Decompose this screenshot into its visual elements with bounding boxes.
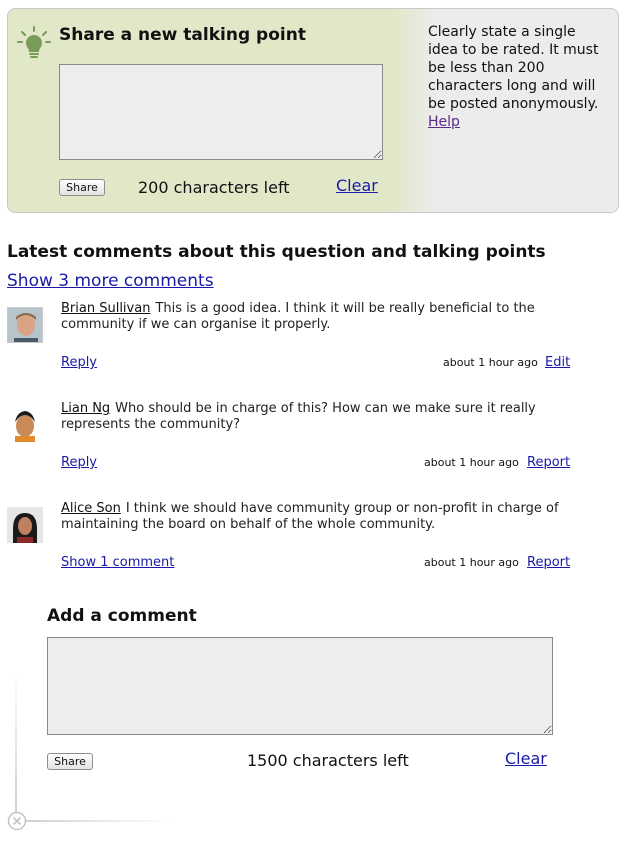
report-link[interactable]: Report [527, 555, 570, 570]
comment-text: Alice Son I think we should have communit… [61, 501, 571, 533]
comment-text: Lian Ng Who should be in charge of this? … [61, 401, 571, 433]
comment-author-link[interactable]: Alice Son [61, 501, 121, 516]
avatar [7, 406, 43, 442]
comment-author-link[interactable]: Lian Ng [61, 401, 110, 416]
lightbulb-icon [17, 26, 51, 58]
comment-timestamp: about 1 hour ago [424, 456, 519, 469]
comment-timestamp: about 1 hour ago [424, 556, 519, 569]
reply-link[interactable]: Reply [61, 455, 97, 470]
reply-link[interactable]: Reply [61, 355, 97, 370]
comment-author-link[interactable]: Brian Sullivan [61, 301, 150, 316]
comments-section-title: Latest comments about this question and … [7, 242, 546, 262]
comment-timestamp: about 1 hour ago [443, 356, 538, 369]
thread-line-vertical [15, 672, 17, 812]
add-comment-title: Add a comment [47, 606, 197, 626]
help-link[interactable]: Help [428, 114, 460, 130]
talking-point-chars-left: 200 characters left [138, 178, 290, 197]
share-talking-point-button[interactable]: Share [59, 179, 105, 196]
avatar [7, 307, 43, 343]
show-more-comments-link[interactable]: Show 3 more comments [7, 271, 214, 291]
clear-comment-link[interactable]: Clear [505, 749, 547, 768]
share-comment-button[interactable]: Share [47, 753, 93, 770]
comment-textarea[interactable] [47, 637, 553, 735]
close-icon[interactable] [7, 811, 27, 831]
hint-text: Clearly state a single idea to be rated.… [428, 24, 599, 112]
comment-body: I think we should have community group o… [61, 501, 559, 532]
comment-text: Brian Sullivan This is a good idea. I thi… [61, 301, 571, 333]
share-panel-title: Share a new talking point [59, 25, 306, 45]
comment-body: Who should be in charge of this? How can… [61, 401, 536, 432]
report-link[interactable]: Report [527, 455, 570, 470]
show-comment-link[interactable]: Show 1 comment [61, 555, 174, 570]
share-talking-point-panel: Share a new talking point Share 200 char… [7, 8, 619, 213]
clear-talking-point-link[interactable]: Clear [336, 176, 378, 195]
talking-point-textarea[interactable] [59, 64, 383, 160]
thread-line-horizontal [24, 820, 174, 822]
edit-link[interactable]: Edit [545, 355, 570, 370]
comment-chars-left: 1500 characters left [247, 751, 409, 770]
talking-point-hint: Clearly state a single idea to be rated.… [428, 23, 603, 131]
avatar [7, 507, 43, 543]
